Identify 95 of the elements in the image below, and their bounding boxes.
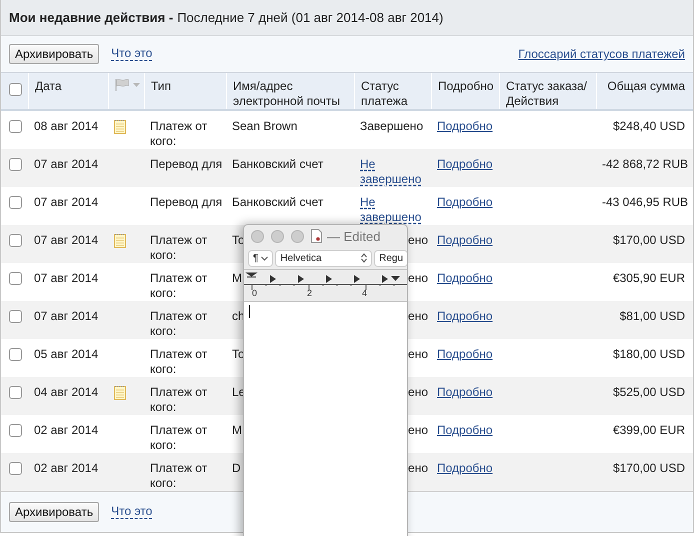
- type-text: Перевод для: [150, 157, 222, 171]
- date-text: 08 авг 2014: [34, 119, 98, 133]
- column-header[interactable]: Статус платежа: [361, 79, 425, 109]
- date-text: 07 авг 2014: [34, 195, 98, 209]
- amount-text: $81,00 USD: [620, 309, 685, 323]
- minimize-button[interactable]: [271, 230, 284, 242]
- details-link[interactable]: Подробно: [437, 309, 493, 323]
- amount-text: $180,00 USD: [612, 347, 685, 361]
- status-text: ено: [408, 461, 428, 475]
- name-text: Банковский счет: [232, 195, 324, 209]
- date-text: 02 авг 2014: [34, 461, 98, 475]
- type-text: Платеж от кого:: [150, 119, 208, 148]
- style-menu[interactable]: Regu: [375, 250, 407, 266]
- amount-text: $525,00 USD: [612, 385, 685, 399]
- date-text: 04 авг 2014: [34, 385, 98, 399]
- checkbox[interactable]: [9, 424, 22, 437]
- zoom-button[interactable]: [291, 230, 304, 242]
- amount-text: $248,40 USD: [612, 119, 685, 133]
- details-link[interactable]: Подробно: [437, 461, 493, 475]
- column-header[interactable]: Общая сумма: [603, 79, 685, 94]
- name-text: M: [232, 271, 242, 285]
- details-link[interactable]: Подробно: [437, 119, 493, 133]
- column-header[interactable]: Имя/адрес электронной почты: [233, 79, 348, 109]
- chevron-icon: [261, 256, 268, 260]
- checkbox[interactable]: [9, 158, 22, 171]
- checkbox[interactable]: [9, 348, 22, 361]
- amount-text: €399,00 EUR: [612, 423, 685, 437]
- checkbox[interactable]: [9, 83, 22, 96]
- archive-button[interactable]: Архивировать: [9, 502, 100, 522]
- close-button[interactable]: [251, 230, 264, 242]
- status-text: ено: [408, 385, 428, 399]
- glossary-link[interactable]: Глоссарий статусов платежей: [518, 47, 685, 61]
- ruler-number: 4: [362, 288, 368, 298]
- checkbox[interactable]: [9, 462, 22, 475]
- type-text: Платеж от кого:: [150, 271, 208, 300]
- checkbox[interactable]: [9, 120, 22, 133]
- status-link[interactable]: Не завершено: [360, 157, 429, 187]
- status-text: ено: [408, 423, 428, 437]
- window-title: — Edited: [327, 228, 380, 244]
- checkbox[interactable]: [9, 234, 22, 247]
- details-link[interactable]: Подробно: [437, 271, 493, 285]
- name-text: M: [232, 423, 242, 437]
- status-text: ено: [408, 347, 428, 361]
- status-text: ено: [408, 309, 428, 323]
- flag-icon[interactable]: [115, 79, 141, 91]
- help-link[interactable]: Что это: [111, 505, 152, 519]
- type-text: Платеж от кого:: [150, 233, 208, 262]
- date-text: 07 авг 2014: [34, 233, 98, 247]
- amount-text: -42 868,72 RUB: [602, 157, 688, 171]
- type-text: Платеж от кого:: [150, 347, 208, 376]
- date-text: 02 авг 2014: [34, 423, 98, 437]
- status-text: ено: [408, 233, 428, 247]
- document-icon: [311, 229, 322, 243]
- help-link[interactable]: Что это: [111, 47, 152, 61]
- up-down-icon: [361, 253, 368, 263]
- panel-title: Мои недавние действия -: [9, 10, 174, 25]
- amount-text: €305,90 EUR: [612, 271, 685, 285]
- ruler-number: 0: [252, 288, 258, 298]
- checkbox[interactable]: [9, 196, 22, 209]
- type-text: Платеж от кого:: [150, 461, 208, 490]
- column-header[interactable]: Дата: [35, 79, 102, 94]
- column-header[interactable]: Подробно: [438, 79, 493, 94]
- status-link[interactable]: Не завершено: [360, 195, 429, 225]
- archive-button[interactable]: Архивировать: [9, 44, 100, 64]
- checkbox[interactable]: [9, 272, 22, 285]
- amount-text: $170,00 USD: [612, 461, 685, 475]
- date-text: 07 авг 2014: [34, 157, 98, 171]
- details-link[interactable]: Подробно: [437, 347, 493, 361]
- ruler-number: 2: [307, 288, 312, 298]
- status-text: Завершено: [360, 119, 424, 133]
- checkbox[interactable]: [9, 310, 22, 323]
- details-link[interactable]: Подробно: [437, 195, 493, 209]
- paragraph-menu[interactable]: ¶: [249, 250, 272, 266]
- name-text: Sean Brown: [232, 119, 298, 133]
- type-text: Платеж от кого:: [150, 423, 208, 452]
- column-header[interactable]: Статус заказа/ Действия: [506, 79, 590, 109]
- details-link[interactable]: Подробно: [437, 385, 493, 399]
- type-text: Перевод для: [150, 195, 222, 209]
- details-link[interactable]: Подробно: [437, 233, 493, 247]
- type-text: Платеж от кого:: [150, 309, 208, 338]
- name-text: D: [232, 461, 241, 475]
- checkbox[interactable]: [9, 386, 22, 399]
- amount-text: -43 046,95 RUB: [602, 195, 688, 209]
- details-link[interactable]: Подробно: [437, 423, 493, 437]
- column-header[interactable]: Тип: [151, 79, 220, 94]
- details-link[interactable]: Подробно: [437, 157, 493, 171]
- date-text: 07 авг 2014: [34, 271, 98, 285]
- name-text: Банковский счет: [232, 157, 324, 171]
- date-text: 07 авг 2014: [34, 309, 98, 323]
- date-range: Последние 7 дней (01 авг 2014-08 авг 2014): [177, 10, 444, 25]
- date-text: 05 авг 2014: [34, 347, 98, 361]
- type-text: Платеж от кого:: [150, 385, 208, 414]
- amount-text: $170,00 USD: [612, 233, 685, 247]
- font-menu[interactable]: Helvetica: [276, 250, 372, 266]
- status-text: ено: [408, 271, 428, 285]
